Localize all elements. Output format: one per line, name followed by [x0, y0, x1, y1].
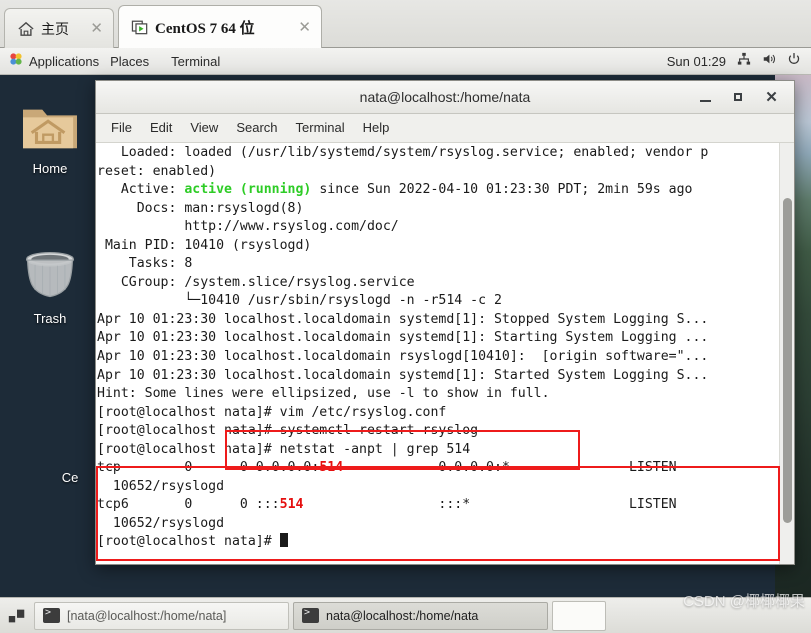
terminal-icon [302, 607, 319, 623]
menu-edit[interactable]: Edit [141, 114, 181, 142]
terminal-line: tcp 0 0 0.0.0.0:514 0.0.0.0:* LISTEN [97, 460, 677, 476]
taskbar-item-minimized-terminal[interactable]: [nata@localhost:/home/nata] [34, 601, 289, 630]
terminal-cursor [279, 533, 288, 548]
places-menu[interactable]: Places [99, 48, 160, 75]
trash-icon [20, 248, 80, 309]
menu-help[interactable]: Help [354, 114, 399, 142]
terminal-line: reset: enabled) [97, 163, 217, 179]
terminal-menu[interactable]: Terminal [160, 48, 231, 75]
vm-tab-strip: 主页 ✕ CentOS 7 64 位 ✕ [0, 0, 811, 48]
terminal-line: 10652/rsyslogd [97, 515, 225, 531]
vm-tab-home-label: 主页 [41, 22, 69, 38]
desktop-icon-trash[interactable]: Trash [6, 248, 94, 326]
vm-tab-home[interactable]: 主页 ✕ [4, 8, 114, 48]
terminal-icon [43, 607, 60, 623]
taskbar-item-1-label: [nata@localhost:/home/nata] [67, 608, 227, 623]
terminal-line: [root@localhost nata]# netstat -anpt | g… [97, 441, 471, 457]
taskbar-item-active-terminal[interactable]: nata@localhost:/home/nata [293, 601, 548, 630]
terminal-line: Apr 10 01:23:30 localhost.localdomain sy… [97, 330, 709, 346]
applications-menu[interactable]: Applications [0, 48, 99, 75]
close-icon[interactable]: ✕ [82, 21, 103, 36]
desktop-icon-partial-label: Ce [61, 470, 79, 485]
watermark: CSDN @椰椰椰果 [683, 593, 805, 610]
clock[interactable]: Sun 01:29 [667, 54, 726, 69]
terminal-line: Docs: man:rsyslogd(8) [97, 200, 304, 216]
workspace-switcher[interactable] [4, 603, 30, 629]
terminal-line: Apr 10 01:23:30 localhost.localdomain rs… [97, 349, 709, 365]
terminal-line: [root@localhost nata]# systemctl restart… [97, 423, 479, 439]
terminal-line: Apr 10 01:23:30 localhost.localdomain sy… [97, 367, 709, 383]
terminal-output: Loaded: loaded (/usr/lib/systemd/system/… [96, 144, 779, 552]
terminal-line: 10652/rsyslogd [97, 478, 225, 494]
terminal-line: └─10410 /usr/sbin/rsyslogd -n -r514 -c 2 [97, 293, 502, 309]
vm-play-icon [131, 19, 149, 35]
scrollbar-thumb[interactable] [783, 198, 792, 523]
terminal-window: nata@localhost:/home/nata ✕ File Edit Vi… [95, 80, 795, 565]
menu-terminal[interactable]: Terminal [287, 114, 354, 142]
terminal-line: [root@localhost nata]# [97, 533, 779, 552]
network-icon[interactable] [737, 52, 751, 71]
terminal-title: nata@localhost:/home/nata [359, 89, 531, 105]
menu-view[interactable]: View [181, 114, 227, 142]
vm-tab-centos-label: CentOS 7 64 位 [155, 20, 255, 37]
close-icon[interactable]: ✕ [290, 20, 311, 35]
terminal-scrollbar[interactable] [779, 143, 794, 564]
terminal-body[interactable]: Loaded: loaded (/usr/lib/systemd/system/… [96, 143, 794, 564]
gnome-foot-icon [9, 52, 23, 71]
menu-search[interactable]: Search [227, 114, 286, 142]
panel-status-area: Sun 01:29 [667, 52, 811, 71]
terminal-line: Apr 10 01:23:30 localhost.localdomain sy… [97, 311, 709, 327]
desktop-icon-trash-label: Trash [33, 311, 67, 326]
terminal-line: Loaded: loaded (/usr/lib/systemd/system/… [97, 145, 709, 160]
volume-icon[interactable] [762, 52, 776, 71]
gnome-top-panel: Applications Places Terminal Sun 01:29 [0, 48, 811, 75]
window-controls: ✕ [699, 90, 794, 105]
terminal-line: Main PID: 10410 (rsyslogd) [97, 237, 312, 253]
desktop-icon-home-label: Home [32, 161, 68, 176]
applications-menu-label: Applications [29, 53, 100, 69]
terminal-line: http://www.rsyslog.com/doc/ [97, 219, 399, 235]
terminal-line: [root@localhost nata]# vim /etc/rsyslog.… [97, 404, 447, 420]
terminal-line: Active: active (running) since Sun 2022-… [97, 182, 693, 198]
home-icon [17, 21, 35, 37]
terminal-line: tcp6 0 0 :::514 :::* LISTEN [97, 497, 677, 513]
home-folder-icon [19, 100, 81, 159]
close-button[interactable]: ✕ [765, 90, 778, 105]
taskbar-window-preview[interactable] [552, 600, 606, 631]
terminal-line: Tasks: 8 [97, 256, 193, 272]
terminal-line: Hint: Some lines were ellipsized, use -l… [97, 386, 550, 402]
maximize-button[interactable] [732, 91, 745, 104]
minimize-button[interactable] [699, 91, 712, 104]
desktop-icon-partial[interactable]: Ce [40, 470, 100, 485]
terminal-line: CGroup: /system.slice/rsyslog.service [97, 274, 415, 290]
terminal-screen[interactable]: Loaded: loaded (/usr/lib/systemd/system/… [96, 143, 779, 564]
menu-file[interactable]: File [102, 114, 141, 142]
desktop-icon-home[interactable]: Home [6, 100, 94, 176]
power-icon[interactable] [787, 52, 801, 71]
taskbar-item-2-label: nata@localhost:/home/nata [326, 608, 479, 623]
terminal-menubar: File Edit View Search Terminal Help [96, 114, 794, 143]
terminal-titlebar[interactable]: nata@localhost:/home/nata ✕ [96, 81, 794, 114]
vm-tab-centos[interactable]: CentOS 7 64 位 ✕ [118, 5, 322, 48]
